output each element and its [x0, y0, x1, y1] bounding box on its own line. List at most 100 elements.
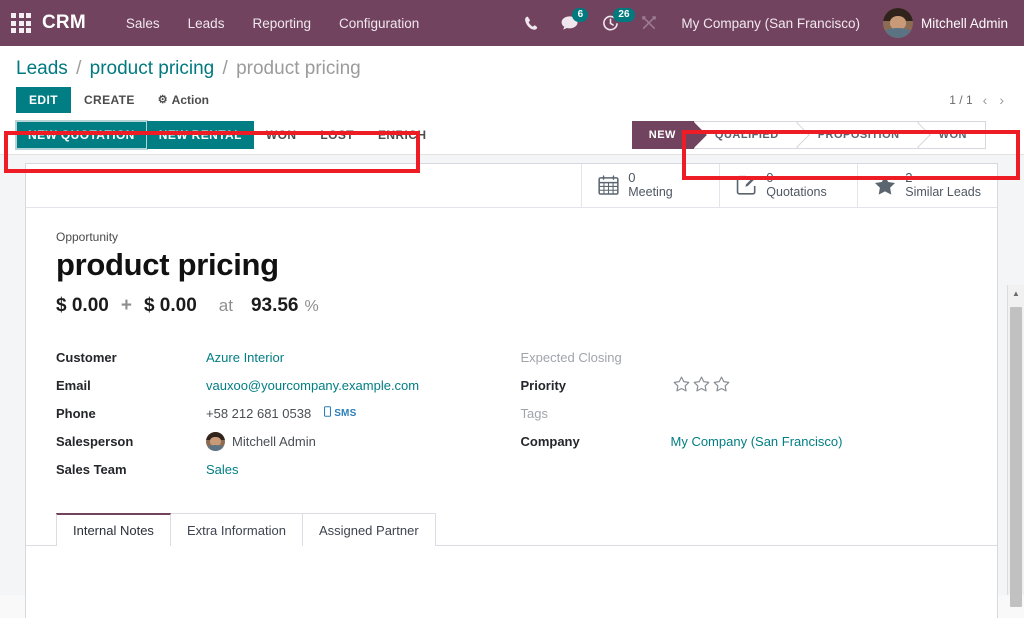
calendar-icon [598, 175, 619, 195]
odoo-crm-window: CRM Sales Leads Reporting Configuration … [0, 0, 1024, 618]
control-panel: Leads / product pricing / product pricin… [0, 46, 1024, 155]
new-rental-button[interactable]: NEW RENTAL [147, 121, 254, 149]
company-switcher[interactable]: My Company (San Francisco) [668, 10, 873, 37]
menu-item-reporting[interactable]: Reporting [238, 10, 325, 37]
breadcrumb-separator-2: / [223, 58, 228, 79]
field-value-salesperson-group: Mitchell Admin [206, 432, 316, 451]
field-value-email[interactable]: vauxoo@yourcompany.example.com [206, 378, 419, 393]
messages-icon[interactable]: 6 [550, 0, 591, 46]
revenue-row: $ 0.00 + $ 0.00 at 93.56 % [56, 295, 967, 317]
priority-stars [673, 376, 730, 395]
notebook-tabs: Internal Notes Extra Information Assigne… [26, 513, 997, 546]
breadcrumb-root[interactable]: Leads [16, 58, 68, 79]
field-label-salesperson: Salesperson [56, 434, 206, 449]
action-button[interactable]: ⚙ Action [148, 87, 219, 113]
field-value-customer[interactable]: Azure Interior [206, 350, 284, 365]
activities-clock-icon[interactable]: 26 [591, 0, 630, 46]
sms-button[interactable]: SMS [324, 406, 356, 420]
star-outline-icon-1[interactable] [673, 376, 690, 395]
stage-new[interactable]: NEW [632, 121, 694, 149]
sms-label: SMS [334, 408, 356, 419]
probability-value[interactable]: 93.56 [251, 295, 299, 317]
star-outline-icon-2[interactable] [693, 376, 710, 395]
stat-value-quotations: 0 [766, 170, 826, 185]
record-type-label: Opportunity [56, 230, 967, 244]
recurring-revenue-value[interactable]: $ 0.00 [144, 295, 197, 317]
stat-button-meeting[interactable]: 0 Meeting [581, 164, 719, 207]
stage-proposition[interactable]: PROPOSITION [797, 121, 918, 149]
expected-revenue-value[interactable]: $ 0.00 [56, 295, 109, 317]
edit-button[interactable]: EDIT [16, 87, 71, 113]
enrich-button[interactable]: ENRICH [366, 121, 438, 149]
user-name: Mitchell Admin [921, 16, 1008, 31]
record-sheet: 0 Meeting 0 Quotations [25, 163, 998, 618]
stat-button-quotations[interactable]: 0 Quotations [719, 164, 857, 207]
percent-glyph: % [305, 298, 319, 316]
stat-button-similar-leads[interactable]: 2 Similar Leads [857, 164, 997, 207]
field-label-sales-team: Sales Team [56, 462, 206, 477]
control-panel-buttons: EDIT CREATE ⚙ Action 1 / 1 ‹ › [16, 84, 1008, 116]
pager: 1 / 1 ‹ › [949, 93, 1008, 107]
stat-label-similar-leads: Similar Leads [905, 185, 981, 200]
create-button[interactable]: CREATE [71, 87, 148, 113]
field-label-phone: Phone [56, 406, 206, 421]
lost-button[interactable]: LOST [308, 121, 366, 149]
field-customer: Customer Azure Interior [56, 343, 503, 371]
new-quotation-button[interactable]: NEW QUOTATION [16, 121, 147, 149]
fields-left-column: Customer Azure Interior Email vauxoo@you… [56, 343, 503, 483]
page-title[interactable]: product pricing [56, 246, 967, 284]
stat-button-quotations-text: 0 Quotations [766, 170, 826, 200]
field-tags: Tags [521, 399, 968, 427]
menu-item-leads[interactable]: Leads [174, 10, 239, 37]
status-buttons-row: NEW QUOTATION NEW RENTAL WON LOST ENRICH… [16, 116, 1008, 154]
field-sales-team: Sales Team Sales [56, 455, 503, 483]
field-label-priority: Priority [521, 378, 671, 393]
field-value-phone[interactable]: +58 212 681 0538 [206, 406, 311, 421]
field-label-expected-closing: Expected Closing [521, 350, 671, 365]
field-value-priority [671, 376, 730, 395]
fields-area: Customer Azure Interior Email vauxoo@you… [56, 343, 967, 483]
field-company: Company My Company (San Francisco) [521, 427, 968, 455]
breadcrumb: Leads / product pricing / product pricin… [16, 46, 1008, 84]
gear-icon: ⚙ [158, 93, 168, 106]
star-outline-icon-3[interactable] [713, 376, 730, 395]
stat-value-meeting: 0 [628, 170, 672, 185]
phone-icon[interactable] [513, 0, 550, 46]
vertical-scrollbar[interactable]: ▲ [1007, 285, 1024, 595]
form-view-container: 0 Meeting 0 Quotations [0, 155, 1024, 595]
stat-button-similar-leads-text: 2 Similar Leads [905, 170, 981, 200]
breadcrumb-middle[interactable]: product pricing [90, 58, 215, 79]
notebook-pane-internal-notes[interactable] [26, 546, 997, 606]
menu-item-sales[interactable]: Sales [112, 10, 174, 37]
navbar-right-tools: 6 26 My Company (San Francisco) [513, 0, 1014, 46]
field-value-salesperson[interactable]: Mitchell Admin [232, 434, 316, 449]
user-menu[interactable]: Mitchell Admin [873, 8, 1014, 38]
pager-previous-icon[interactable]: ‹ [983, 93, 988, 107]
pipeline-statusbar: NEW QUALIFIED PROPOSITION WON [632, 121, 1008, 149]
field-label-company: Company [521, 434, 671, 449]
stat-label-meeting: Meeting [628, 185, 672, 200]
tab-assigned-partner[interactable]: Assigned Partner [303, 513, 436, 546]
fields-right-column: Expected Closing Priority [503, 343, 968, 483]
scroll-up-icon[interactable]: ▲ [1008, 285, 1024, 302]
field-value-sales-team[interactable]: Sales [206, 462, 239, 477]
at-label: at [219, 296, 233, 316]
field-value-company[interactable]: My Company (San Francisco) [671, 434, 843, 449]
field-label-tags: Tags [521, 406, 671, 421]
debug-wrench-icon[interactable] [630, 0, 668, 46]
menu-item-configuration[interactable]: Configuration [325, 10, 433, 37]
tab-extra-information[interactable]: Extra Information [171, 513, 303, 546]
pager-value: 1 / 1 [949, 93, 972, 107]
won-button[interactable]: WON [254, 121, 309, 149]
field-phone: Phone +58 212 681 0538 SMS [56, 399, 503, 427]
stat-buttons-bar: 0 Meeting 0 Quotations [26, 164, 997, 208]
top-navbar: CRM Sales Leads Reporting Configuration … [0, 0, 1024, 46]
app-brand-crm[interactable]: CRM [42, 12, 86, 34]
field-salesperson: Salesperson Mitchell Admin [56, 427, 503, 455]
tab-internal-notes[interactable]: Internal Notes [56, 513, 171, 546]
stat-button-meeting-text: 0 Meeting [628, 170, 672, 200]
scrollbar-thumb[interactable] [1010, 307, 1022, 607]
stage-qualified[interactable]: QUALIFIED [694, 121, 797, 149]
apps-grid-icon[interactable] [8, 10, 34, 36]
pager-next-icon[interactable]: › [999, 93, 1004, 107]
